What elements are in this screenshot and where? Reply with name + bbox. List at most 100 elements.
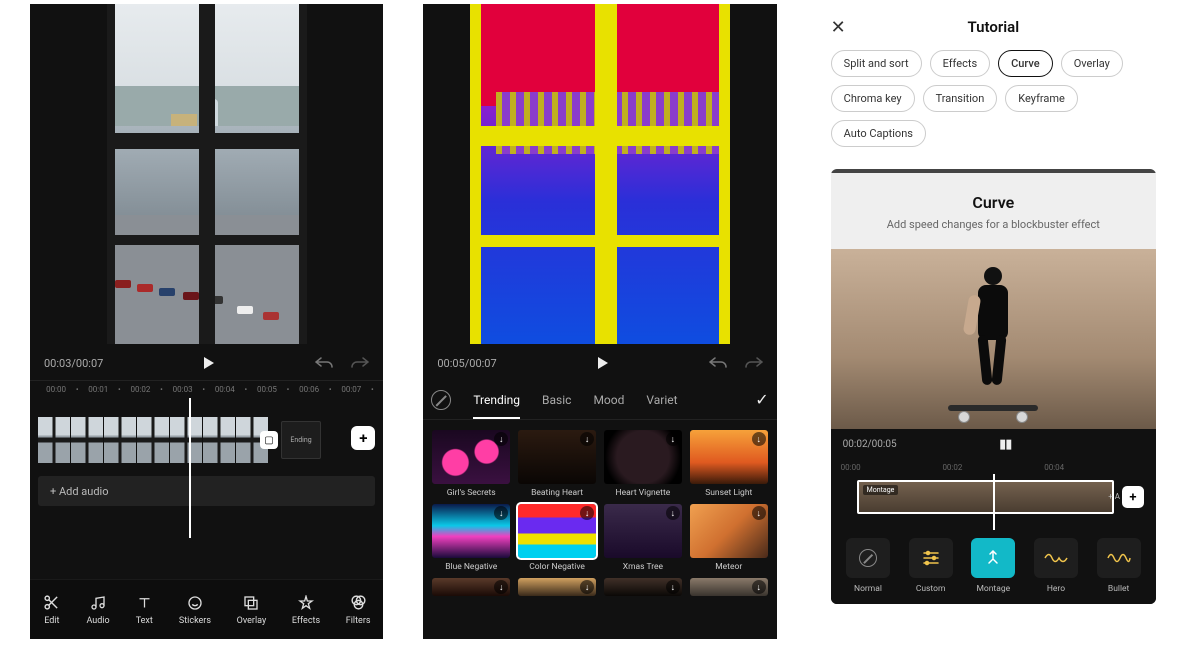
download-icon: ↓ [494, 580, 508, 594]
mini-ruler[interactable]: 00:0000:0200:04 [831, 460, 1156, 474]
effect-tab-mood[interactable]: Mood [593, 381, 624, 419]
confirm-button[interactable]: ✓ [755, 390, 768, 409]
video-preview[interactable] [107, 4, 307, 344]
add-clip-button[interactable]: + [351, 426, 375, 450]
download-icon: ↓ [666, 432, 680, 446]
tutorial-card-curve: Curve Add speed changes for a blockbuste… [831, 169, 1156, 604]
effect-blue-negative[interactable]: ↓Blue Negative [431, 504, 511, 572]
audio-icon [89, 594, 107, 612]
tool-filters[interactable]: Filters [346, 594, 371, 626]
overlay-icon [242, 594, 260, 612]
redo-button[interactable] [351, 356, 369, 370]
effects-icon [297, 594, 315, 612]
effects-screen: 00:05/00:07 Trending Basic Mood Variet ✓ ↓G… [423, 4, 776, 639]
curve-tool-custom[interactable]: Custom [909, 538, 953, 594]
effect-meteor[interactable]: ↓Meteor [689, 504, 769, 572]
effect-category-tabs: Trending Basic Mood Variet ✓ [423, 380, 776, 420]
close-button[interactable]: ✕ [831, 17, 846, 38]
mini-editor: 00:02/00:05 ▮▮ 00:0000:0200:04 Montage +… [831, 429, 1156, 604]
effect-sunset-light[interactable]: ↓Sunset Light [689, 430, 769, 498]
effect-partial[interactable]: ↓ [603, 578, 683, 596]
clip-tag: Montage [863, 485, 899, 495]
chip-overlay[interactable]: Overlay [1061, 50, 1123, 77]
chip-auto-captions[interactable]: Auto Captions [831, 120, 926, 147]
time-display: 00:03/00:07 [44, 357, 103, 370]
tool-text[interactable]: Text [135, 594, 153, 626]
transition-button[interactable]: ▢ [260, 431, 278, 449]
download-icon: ↓ [666, 506, 680, 520]
video-track[interactable]: ▢ Ending [38, 416, 375, 464]
chip-curve[interactable]: Curve [998, 50, 1053, 77]
chip-keyframe[interactable]: Keyframe [1005, 85, 1078, 112]
scissors-icon [43, 594, 61, 612]
effect-tab-trending[interactable]: Trending [473, 381, 520, 419]
mini-time-display: 00:02/00:05 [843, 439, 897, 450]
tool-audio[interactable]: Audio [86, 594, 109, 626]
download-icon: ↓ [580, 506, 594, 520]
effects-grid: ↓Girl's Secrets↓Beating Heart↓Heart Vign… [423, 420, 776, 606]
timeline[interactable]: ▢ Ending + + Add audio [30, 398, 383, 538]
tutorial-header: ✕ Tutorial [817, 4, 1170, 50]
effect-partial[interactable]: ↓ [431, 578, 511, 596]
effect-heart-vignette[interactable]: ↓Heart Vignette [603, 430, 683, 498]
curve-tool-montage[interactable]: Montage [971, 538, 1015, 594]
card-heading: Curve [845, 193, 1142, 212]
tutorial-screen: ✕ Tutorial Split and sort Effects Curve Ove… [817, 4, 1170, 639]
mini-clip[interactable]: Montage [857, 480, 1114, 514]
transport-bar: 00:05/00:07 [423, 344, 776, 380]
transport-bar: 00:03/00:07 [30, 344, 383, 380]
chip-split-and-sort[interactable]: Split and sort [831, 50, 922, 77]
download-icon: ↓ [752, 432, 766, 446]
effect-xmas-tree[interactable]: ↓Xmas Tree [603, 504, 683, 572]
chip-chroma-key[interactable]: Chroma key [831, 85, 915, 112]
effect-tab-basic[interactable]: Basic [542, 381, 571, 419]
effect-tab-variet[interactable]: Variet [646, 381, 677, 419]
card-subtitle: Add speed changes for a blockbuster effe… [845, 218, 1142, 231]
tutorial-categories: Split and sort Effects Curve Overlay Chroma … [817, 50, 1170, 157]
text-icon [135, 594, 153, 612]
chip-effects[interactable]: Effects [930, 50, 991, 77]
download-icon: ↓ [580, 432, 594, 446]
timeline-ruler[interactable]: 00:00•00:01•00:02•00:03•00:04•00:05•00:0… [30, 380, 383, 398]
tool-overlay[interactable]: Overlay [237, 594, 267, 626]
download-icon: ↓ [494, 432, 508, 446]
download-icon: ↓ [666, 580, 680, 594]
tool-bar: Edit Audio Text Stickers Overlay Effects Filte… [30, 579, 383, 639]
curve-tool-hero[interactable]: Hero [1034, 538, 1078, 594]
mini-add-button[interactable]: + [1122, 486, 1144, 508]
mini-track[interactable]: Montage + A + [839, 480, 1148, 524]
tool-edit[interactable]: Edit [43, 594, 61, 626]
download-icon: ↓ [752, 506, 766, 520]
time-display: 00:05/00:07 [437, 357, 496, 370]
tool-stickers[interactable]: Stickers [179, 594, 211, 626]
effect-partial[interactable]: ↓ [517, 578, 597, 596]
effect-girl-s-secrets[interactable]: ↓Girl's Secrets [431, 430, 511, 498]
no-effect-button[interactable] [431, 390, 451, 410]
effect-partial[interactable]: ↓ [689, 578, 769, 596]
filters-icon [349, 594, 367, 612]
effect-color-negative[interactable]: ↓Color Negative [517, 504, 597, 572]
curve-tool-bullet[interactable]: Bullet [1097, 538, 1141, 594]
stickers-icon [186, 594, 204, 612]
page-title: Tutorial [968, 18, 1020, 36]
add-audio-button[interactable]: + Add audio [38, 476, 375, 506]
effect-beating-heart[interactable]: ↓Beating Heart [517, 430, 597, 498]
play-button[interactable] [596, 356, 610, 370]
pause-button[interactable]: ▮▮ [999, 437, 1011, 452]
curve-tool-normal[interactable]: Normal [846, 538, 890, 594]
tutorial-video-preview[interactable] [831, 249, 1156, 429]
chip-transition[interactable]: Transition [923, 85, 998, 112]
editor-main-screen: 00:03/00:07 00:00•00:01•00:02•00:03•00:0… [30, 4, 383, 639]
undo-button[interactable] [709, 356, 727, 370]
playhead[interactable] [189, 398, 191, 538]
play-button[interactable] [202, 356, 216, 370]
redo-button[interactable] [745, 356, 763, 370]
ending-tile[interactable]: Ending [281, 421, 321, 459]
undo-button[interactable] [315, 356, 333, 370]
download-icon: ↓ [580, 580, 594, 594]
curve-preset-bar: Normal Custom Montage Hero Bullet [831, 524, 1156, 604]
video-preview-effect[interactable] [470, 4, 730, 344]
mini-playhead[interactable] [993, 474, 995, 530]
tool-effects[interactable]: Effects [292, 594, 320, 626]
download-icon: ↓ [494, 506, 508, 520]
